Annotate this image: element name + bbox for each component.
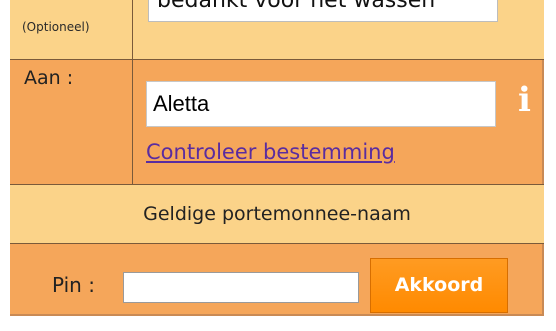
recipient-input[interactable] — [146, 81, 496, 127]
message-field[interactable]: bedankt voor het wassen — [148, 0, 498, 22]
optional-label: (Optioneel) — [22, 20, 90, 34]
info-icon[interactable]: i — [518, 80, 531, 120]
recipient-label: Aan : — [24, 67, 74, 89]
divider — [132, 0, 133, 185]
divider — [10, 59, 544, 60]
pin-input[interactable] — [123, 272, 359, 303]
message-label-cell: (Optioneel) — [10, 0, 132, 59]
transfer-form: (Optioneel) bedankt voor het wassen Aan … — [10, 0, 544, 316]
akkoord-button[interactable]: Akkoord — [370, 258, 508, 313]
check-destination-link[interactable]: Controleer bestemming — [146, 140, 395, 164]
pin-label: Pin : — [52, 273, 95, 297]
status-row: Geldige portemonnee-naam — [10, 185, 544, 243]
divider — [10, 243, 544, 244]
valid-wallet-message: Geldige portemonnee-naam — [143, 203, 411, 225]
